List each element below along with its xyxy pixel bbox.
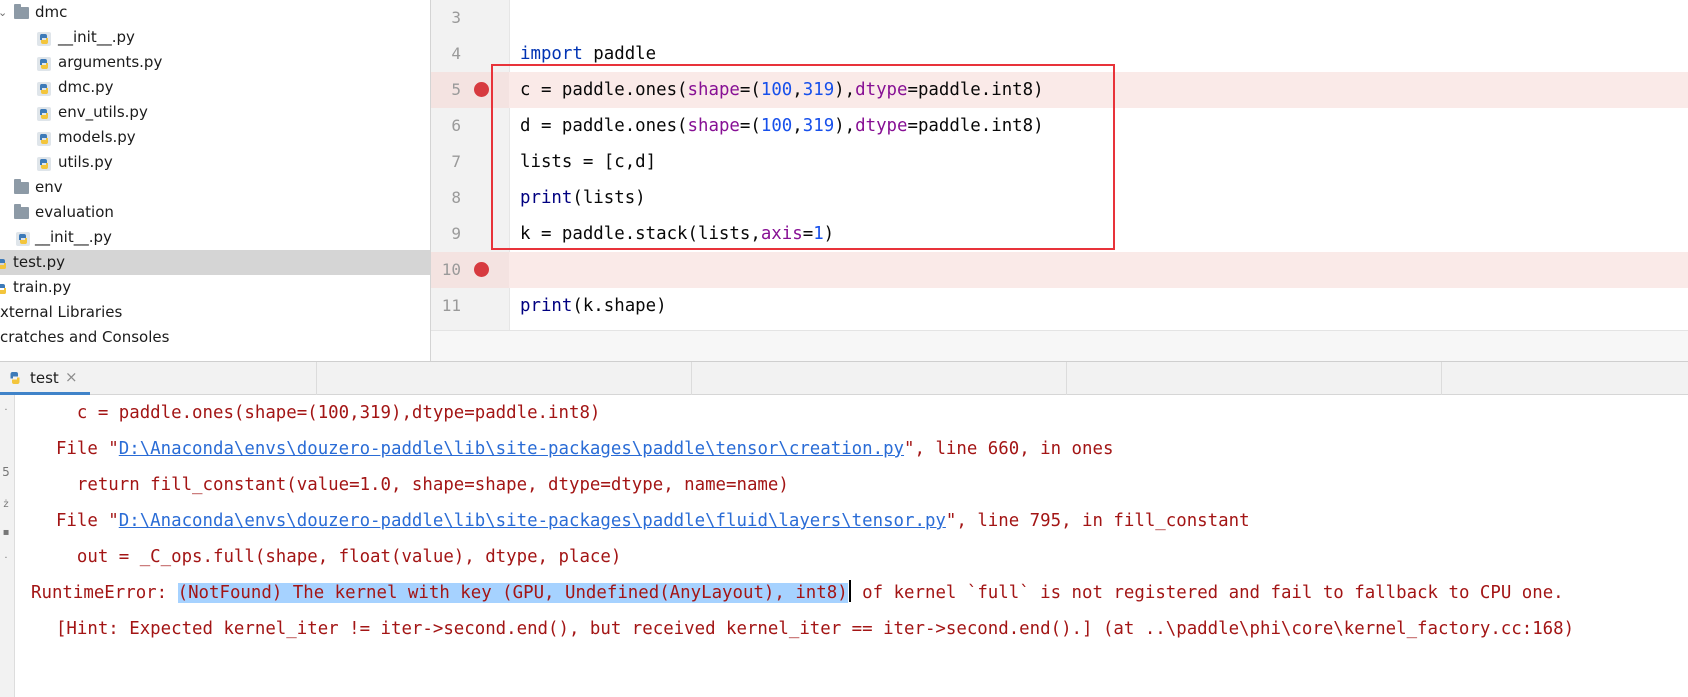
tree-item-file[interactable]: arguments.py: [0, 50, 430, 75]
tree-item-train-py[interactable]: train.py: [0, 275, 430, 300]
selected-text[interactable]: (NotFound) The kernel with key (GPU, Und…: [177, 583, 848, 603]
line-number: 10: [441, 260, 461, 279]
tree-item-evaluation-folder[interactable]: evaluation: [0, 200, 430, 225]
console-line: c = paddle.ones(shape=(100,319),dtype=pa…: [35, 403, 601, 423]
code-line[interactable]: 6 d = paddle.ones(shape=(100,319),dtype=…: [431, 108, 1688, 144]
file-link[interactable]: D:\Anaconda\envs\douzero-paddle\lib\site…: [119, 511, 946, 531]
folder-icon: [14, 4, 29, 19]
tree-item-file[interactable]: env_utils.py: [0, 100, 430, 125]
code-text: d = paddle.ones(shape=(100,319),dtype=pa…: [520, 116, 1044, 136]
console-line: [Hint: Expected kernel_iter != iter->sec…: [35, 619, 1575, 639]
code-line[interactable]: 9 k = paddle.stack(lists,axis=1): [431, 216, 1688, 252]
console-line: out = _C_ops.full(shape, float(value), d…: [35, 547, 622, 567]
code-editor[interactable]: 3 4 import paddle 5 c = paddle.ones(shap…: [431, 0, 1688, 330]
tree-item-file[interactable]: __init__.py: [0, 25, 430, 50]
tree-item-test-py[interactable]: test.py: [0, 250, 430, 275]
line-number: 9: [451, 224, 461, 243]
folder-icon: [14, 204, 29, 219]
project-tree: ⌄ dmc __init__.py arguments.py dmc.py en…: [0, 0, 431, 361]
line-number: 6: [451, 116, 461, 135]
tree-item-file[interactable]: utils.py: [0, 150, 430, 175]
breakpoint-icon[interactable]: [474, 82, 489, 97]
tab-label: test: [30, 369, 59, 387]
line-number: 5: [451, 80, 461, 99]
tree-item-external-libraries[interactable]: xternal Libraries: [0, 300, 430, 325]
code-text: lists = [c,d]: [520, 152, 657, 172]
code-line-breakpoint[interactable]: 5 c = paddle.ones(shape=(100,319),dtype=…: [431, 72, 1688, 108]
console-line: File "D:\Anaconda\envs\douzero-paddle\li…: [35, 439, 1114, 459]
python-run-icon: [7, 370, 23, 390]
line-number: 3: [451, 8, 461, 27]
code-line[interactable]: 4 import paddle: [431, 36, 1688, 72]
folder-icon: [14, 179, 29, 194]
trash-icon[interactable]: ·: [0, 553, 12, 564]
code-text: import paddle: [520, 44, 657, 64]
tree-item-file[interactable]: dmc.py: [0, 75, 430, 100]
tab-test[interactable]: test ×: [0, 362, 90, 395]
line-number: 8: [451, 188, 461, 207]
tree-item-scratches-consoles[interactable]: cratches and Consoles: [0, 325, 430, 350]
code-line[interactable]: 7 lists = [c,d]: [431, 144, 1688, 180]
console-line: File "D:\Anaconda\envs\douzero-paddle\li…: [35, 511, 1250, 531]
console-output[interactable]: c = paddle.ones(shape=(100,319),dtype=pa…: [15, 395, 1688, 697]
chevron-down-icon[interactable]: ⌄: [0, 0, 7, 25]
console-error-line: RuntimeError: (NotFound) The kernel with…: [31, 575, 1564, 611]
line-number: 11: [441, 296, 461, 315]
code-text: c = paddle.ones(shape=(100,319),dtype=pa…: [520, 80, 1044, 100]
rerun-icon[interactable]: ·: [0, 405, 12, 416]
run-panel-header: test ×: [0, 361, 1688, 395]
code-line-breakpoint[interactable]: 10: [431, 252, 1688, 288]
line-number: 4: [451, 44, 461, 63]
line-number: 7: [451, 152, 461, 171]
code-text: k = paddle.stack(lists,axis=1): [520, 224, 835, 244]
soft-wrap-icon[interactable]: ż: [0, 499, 12, 510]
code-line[interactable]: 11 print(k.shape): [431, 288, 1688, 324]
close-icon[interactable]: ×: [65, 368, 78, 386]
editor-bottom-strip: [431, 330, 1688, 362]
code-text: print(lists): [520, 188, 646, 208]
run-toolbar: · 5 ż ▪ ·: [0, 395, 15, 697]
console-line: return fill_constant(value=1.0, shape=sh…: [35, 475, 789, 495]
print-icon[interactable]: ▪: [0, 527, 12, 538]
file-link[interactable]: D:\Anaconda\envs\douzero-paddle\lib\site…: [119, 439, 904, 459]
tree-item-file[interactable]: models.py: [0, 125, 430, 150]
breakpoint-icon[interactable]: [474, 262, 489, 277]
text-caret: [848, 580, 851, 602]
stop-icon[interactable]: 5: [0, 465, 12, 479]
code-line[interactable]: 8 print(lists): [431, 180, 1688, 216]
code-text: print(k.shape): [520, 296, 667, 316]
tree-item-dmc-folder[interactable]: ⌄ dmc: [0, 0, 430, 25]
tree-item-file[interactable]: __init__.py: [0, 225, 430, 250]
code-line[interactable]: 3: [431, 0, 1688, 36]
tree-item-env-folder[interactable]: env: [0, 175, 430, 200]
